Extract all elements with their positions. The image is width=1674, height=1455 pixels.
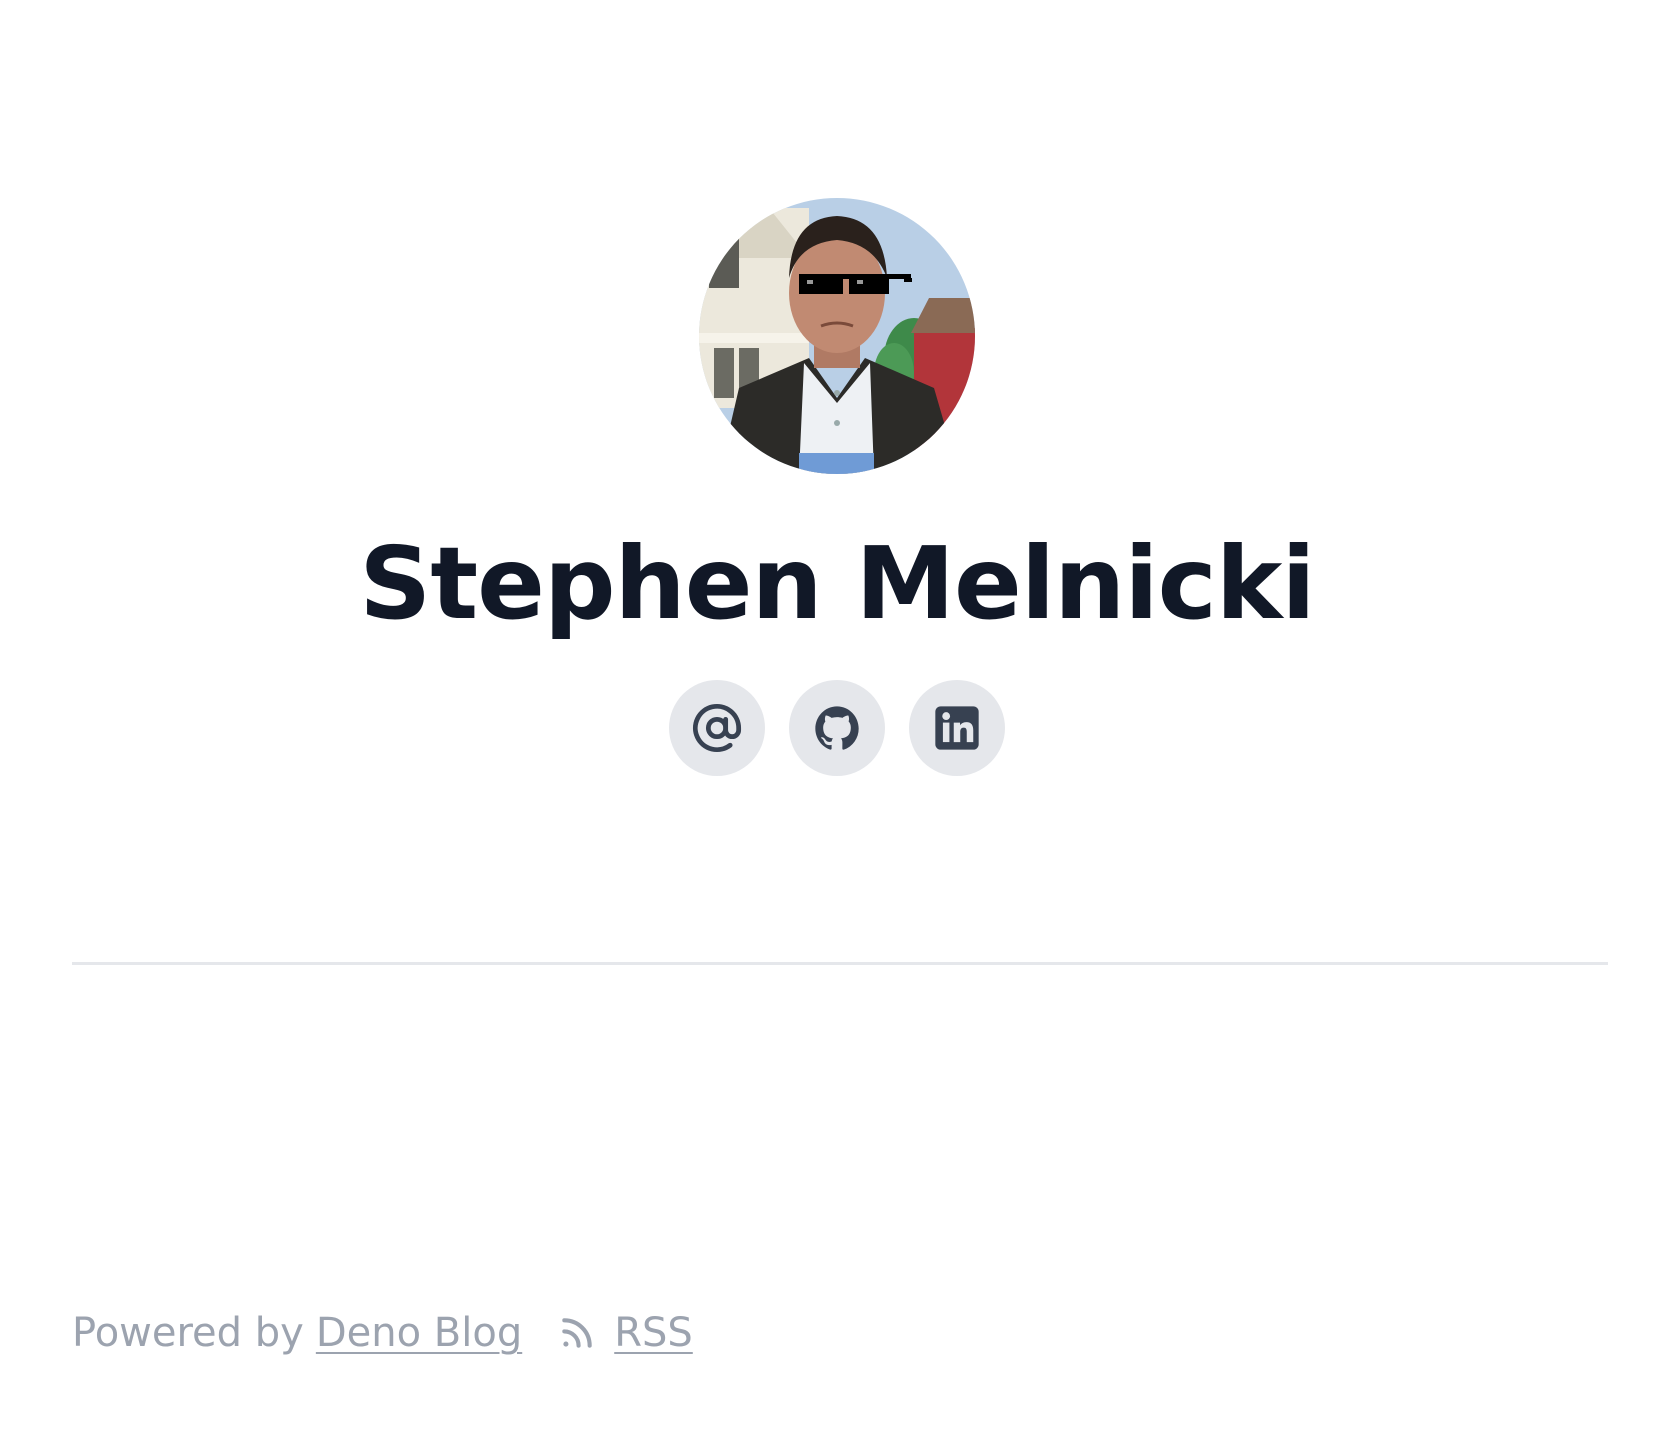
deno-blog-link[interactable]: Deno Blog: [316, 1310, 522, 1356]
github-icon: [815, 706, 859, 750]
rss-label: RSS: [614, 1310, 693, 1356]
github-link[interactable]: [789, 680, 885, 776]
at-sign-icon: [693, 703, 742, 753]
page: Stephen Melnicki Powered by Deno Blog RS…: [0, 0, 1674, 1455]
email-link[interactable]: [669, 680, 765, 776]
page-title: Stephen Melnicki: [359, 525, 1315, 642]
footer: Powered by Deno Blog RSS: [72, 1310, 693, 1356]
linkedin-icon: [935, 706, 979, 750]
social-links: [669, 680, 1005, 776]
avatar-image: [699, 198, 975, 474]
linkedin-link[interactable]: [909, 680, 1005, 776]
powered-by-text: Powered by: [72, 1310, 304, 1356]
rss-icon: [562, 1318, 592, 1348]
avatar: [699, 198, 975, 474]
divider: [72, 962, 1608, 965]
blog-header: Stephen Melnicki: [0, 198, 1674, 776]
rss-link[interactable]: RSS: [558, 1310, 693, 1356]
